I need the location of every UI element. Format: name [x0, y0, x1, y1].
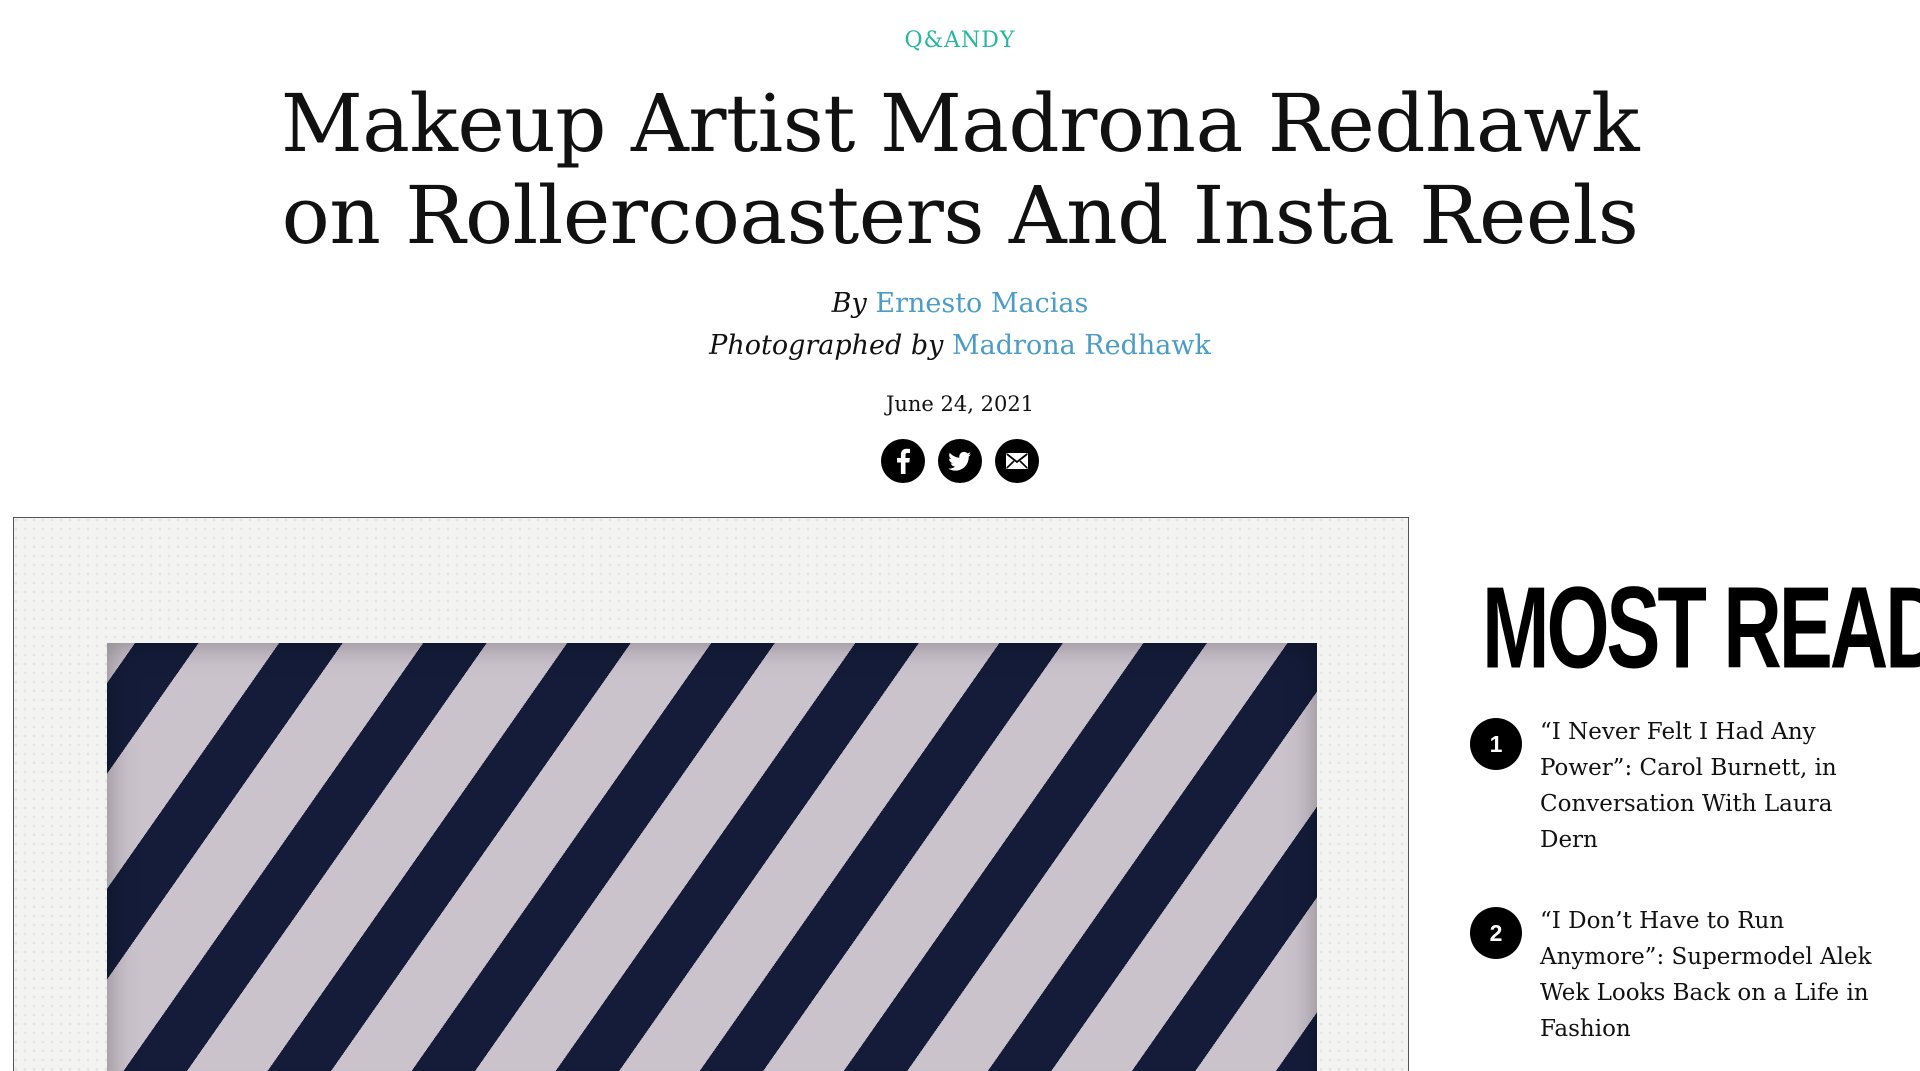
email-share-button[interactable] [995, 439, 1039, 483]
twitter-icon [948, 451, 971, 471]
section-kicker[interactable]: Q&ANDY [0, 28, 1920, 53]
most-read-item[interactable]: 2 “I Don’t Have to Run Anymore”: Supermo… [1470, 903, 1890, 1047]
article-page: Q&ANDY Makeup Artist Madrona Redhawk on … [0, 0, 1920, 1071]
author-link[interactable]: Ernesto Macias [875, 288, 1088, 319]
striped-polaroid-photo [107, 643, 1317, 1071]
most-read-title[interactable]: “I Never Felt I Had Any Power”: Carol Bu… [1540, 714, 1890, 858]
twitter-share-button[interactable] [938, 439, 982, 483]
photo-credit-prefix: Photographed by [709, 330, 944, 361]
email-icon [1006, 453, 1028, 469]
most-read-number: 2 [1470, 907, 1522, 959]
article-title: Makeup Artist Madrona Redhawk on Rollerc… [160, 78, 1760, 262]
facebook-share-button[interactable] [881, 439, 925, 483]
most-read-title[interactable]: “I Don’t Have to Run Anymore”: Supermode… [1540, 903, 1890, 1047]
share-bar [0, 439, 1920, 483]
most-read-number: 1 [1470, 718, 1522, 770]
most-read-item[interactable]: 1 “I Never Felt I Had Any Power”: Carol … [1470, 714, 1890, 858]
byline-prefix: By [831, 288, 867, 319]
photographer-link[interactable]: Madrona Redhawk [952, 330, 1211, 361]
title-line-1: Makeup Artist Madrona Redhawk [280, 77, 1640, 170]
most-read-heading: MOST READ [1482, 563, 1920, 694]
title-line-2: on Rollercoasters And Insta Reels [281, 169, 1639, 262]
most-read-sidebar: MOST READ 1 “I Never Felt I Had Any Powe… [1470, 570, 1920, 1042]
publish-date: June 24, 2021 [885, 392, 1035, 416]
facebook-icon [897, 448, 910, 474]
byline: By Ernesto Macias [0, 288, 1920, 319]
photo-credit: Photographed by Madrona Redhawk [0, 330, 1920, 361]
hero-image [13, 517, 1409, 1071]
